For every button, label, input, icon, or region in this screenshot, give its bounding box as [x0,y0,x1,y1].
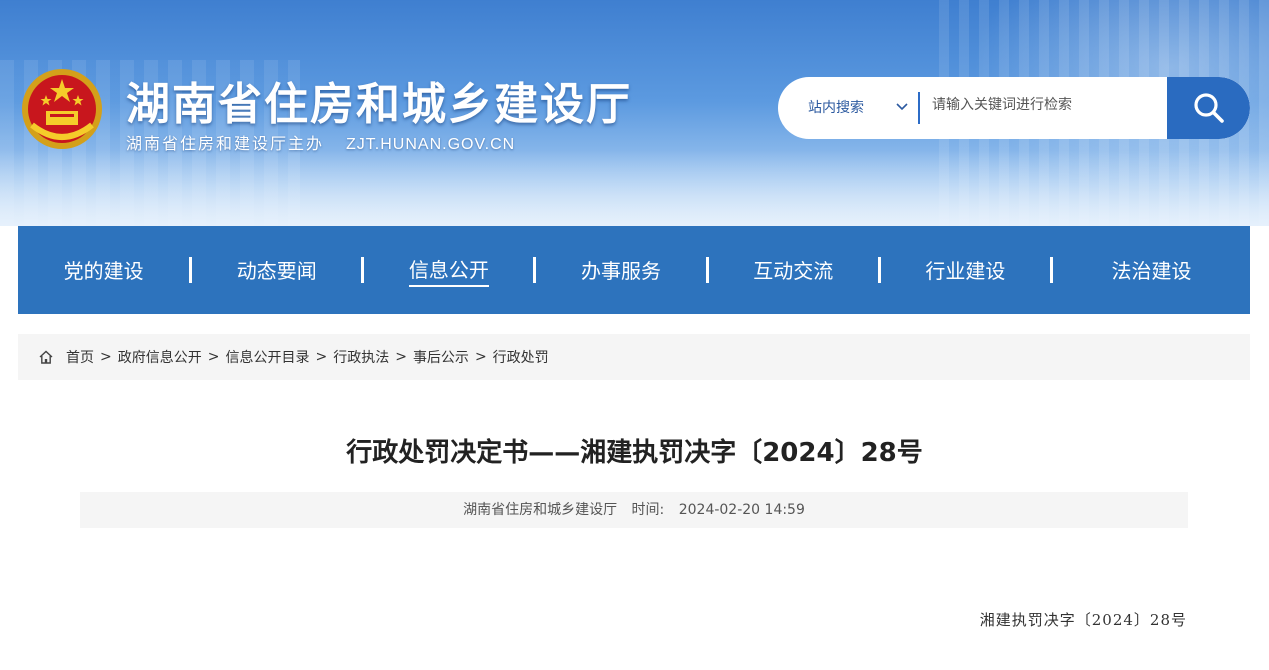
article-title: 行政处罚决定书——湘建执罚决字〔2024〕28号 [346,438,923,468]
nav-item-label: 信息公开 [408,254,489,287]
breadcrumb-separator: > [315,349,328,365]
nav-item-industry[interactable]: 行业建设 [881,226,1050,314]
breadcrumb-separator: > [100,349,112,365]
banner-haze [0,150,1269,226]
main-nav: 党的建设 动态要闻 信息公开 办事服务 互动交流 行业建设 法治建设 [18,226,1250,321]
breadcrumb-separator: > [395,349,407,365]
nav-item-services[interactable]: 办事服务 [536,226,705,314]
breadcrumb-admin-penalty[interactable]: 行政处罚 [493,347,549,367]
active-caret-icon [443,316,454,321]
article-source: 湖南省住房和城乡建设厅 [463,502,618,518]
nav-item-info-disclosure[interactable]: 信息公开 [364,226,533,321]
nav-item-label: 法治建设 [1111,258,1192,283]
chevron-down-icon[interactable] [894,99,910,115]
header-banner: 湖南省住房和城乡建设厅 湖南省住房和建设厅主办 ZJT.HUNAN.GOV.CN … [0,0,1269,226]
article-time-label: 时间: [631,502,665,518]
nav-item-label: 办事服务 [581,258,662,283]
search-input[interactable] [930,89,1164,121]
nav-item-label: 党的建设 [63,258,144,283]
nav-item-label: 互动交流 [753,258,834,283]
site-domain: ZJT.HUNAN.GOV.CN [346,136,516,153]
national-emblem-icon [22,69,102,149]
article-meta: 湖南省住房和城乡建设厅 时间: 2024-02-20 14:59 [80,492,1188,528]
nav-item-news[interactable]: 动态要闻 [192,226,361,314]
breadcrumb-separator: > [474,349,487,365]
breadcrumb-separator: > [207,349,220,365]
nav-item-label: 动态要闻 [236,258,317,283]
search-separator [918,92,920,124]
search-scope-select[interactable]: 站内搜索 [808,77,864,139]
nav-item-interaction[interactable]: 互动交流 [709,226,878,314]
nav-item-party-building[interactable]: 党的建设 [18,226,189,314]
breadcrumb-post-publicity[interactable]: 事后公示 [413,347,469,367]
site-title: 湖南省住房和城乡建设厅 [126,79,632,130]
nav-item-rule-of-law[interactable]: 法治建设 [1053,226,1250,314]
breadcrumb-admin-enforcement[interactable]: 行政执法 [333,347,389,367]
breadcrumb-info-catalog[interactable]: 信息公开目录 [225,347,309,367]
search-icon [1193,93,1224,123]
document-number: 湘建执罚决字〔2024〕28号 [979,611,1187,629]
site-organizer: 湖南省住房和建设厅主办 [126,134,325,153]
search-button[interactable] [1167,77,1250,139]
breadcrumb: 首页 > 政府信息公开 > 信息公开目录 > 行政执法 > 事后公示 > 行政处… [18,334,1250,380]
search-bar: 站内搜索 [778,77,1250,139]
breadcrumb-gov-info[interactable]: 政府信息公开 [118,347,202,367]
home-icon[interactable] [38,349,54,365]
nav-item-label: 行业建设 [925,258,1006,283]
site-subtitle: 湖南省住房和建设厅主办 ZJT.HUNAN.GOV.CN [126,130,515,154]
article-time-value: 2024-02-20 14:59 [678,502,805,518]
breadcrumb-home[interactable]: 首页 [66,347,94,367]
